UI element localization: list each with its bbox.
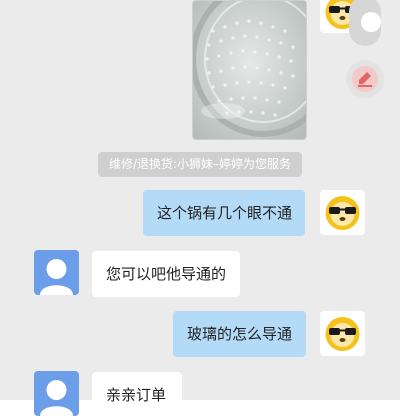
edit-icon [352, 66, 378, 92]
agent-avatar[interactable] [320, 190, 365, 235]
sunglasses-lion-icon [325, 196, 360, 230]
default-person-icon [40, 380, 73, 416]
default-person-icon [40, 259, 73, 295]
toggle-icon [349, 0, 381, 46]
agent-message-bubble[interactable]: 玻璃的怎么导通 [173, 311, 306, 357]
user-message-bubble[interactable]: 亲亲订单 [92, 372, 182, 418]
floating-edit-button[interactable] [346, 60, 384, 98]
system-service-note: 维修/退换货:小狮妹–婷婷为您服务 [98, 152, 302, 177]
user-avatar[interactable] [34, 250, 79, 295]
floating-toggle[interactable] [347, 0, 383, 48]
chat-area: 维修/退换货:小狮妹–婷婷为您服务 这个锅有几个眼不通 您可以吧他导通的 玻璃的… [0, 0, 400, 418]
user-message-bubble[interactable]: 您可以吧他导通的 [92, 251, 240, 297]
image-message-pot-lid[interactable] [192, 0, 307, 140]
sunglasses-lion-icon [325, 317, 360, 351]
agent-avatar[interactable] [320, 311, 365, 356]
agent-message-bubble[interactable]: 这个锅有几个眼不通 [143, 190, 305, 236]
user-avatar[interactable] [34, 371, 79, 416]
pot-lid-photo [193, 1, 306, 139]
